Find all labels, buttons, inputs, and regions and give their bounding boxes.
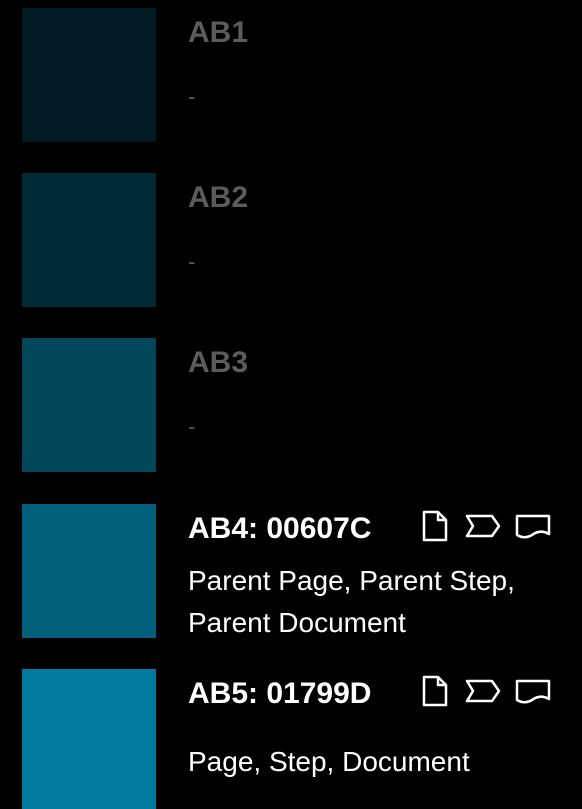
swatch-title: AB1 [188,16,249,49]
swatch-row-ab4: AB4: 00607C Parent Page, Parent Step, Pa… [0,504,582,639]
swatch-description: - [188,84,196,109]
page-icon [422,675,448,707]
swatch-description: - [188,414,196,439]
swatch-title: AB3 [188,346,249,379]
swatch-title: AB2 [188,181,249,214]
swatch-description: - [188,249,196,274]
swatch-row-ab2: AB2 - [0,173,582,308]
swatch-row-ab1: AB1 - [0,8,582,143]
swatch-row-ab5: AB5: 01799D Page, Step, Document [0,669,582,809]
swatch-title: AB4: 00607C [188,512,372,545]
document-icon [515,679,551,704]
color-swatch [22,669,156,809]
step-icon [465,679,501,703]
swatch-title: AB5: 01799D [188,677,372,710]
color-swatch [22,504,156,638]
document-icon [515,514,551,539]
color-swatch [22,8,156,142]
step-icon [465,514,501,538]
swatch-row-ab3: AB3 - [0,338,582,473]
swatch-description: Parent Page, Parent Step, Parent Documen… [188,565,515,638]
swatch-description: Page, Step, Document [188,746,470,777]
page-icon [422,510,448,542]
color-swatch [22,338,156,472]
color-swatch [22,173,156,307]
